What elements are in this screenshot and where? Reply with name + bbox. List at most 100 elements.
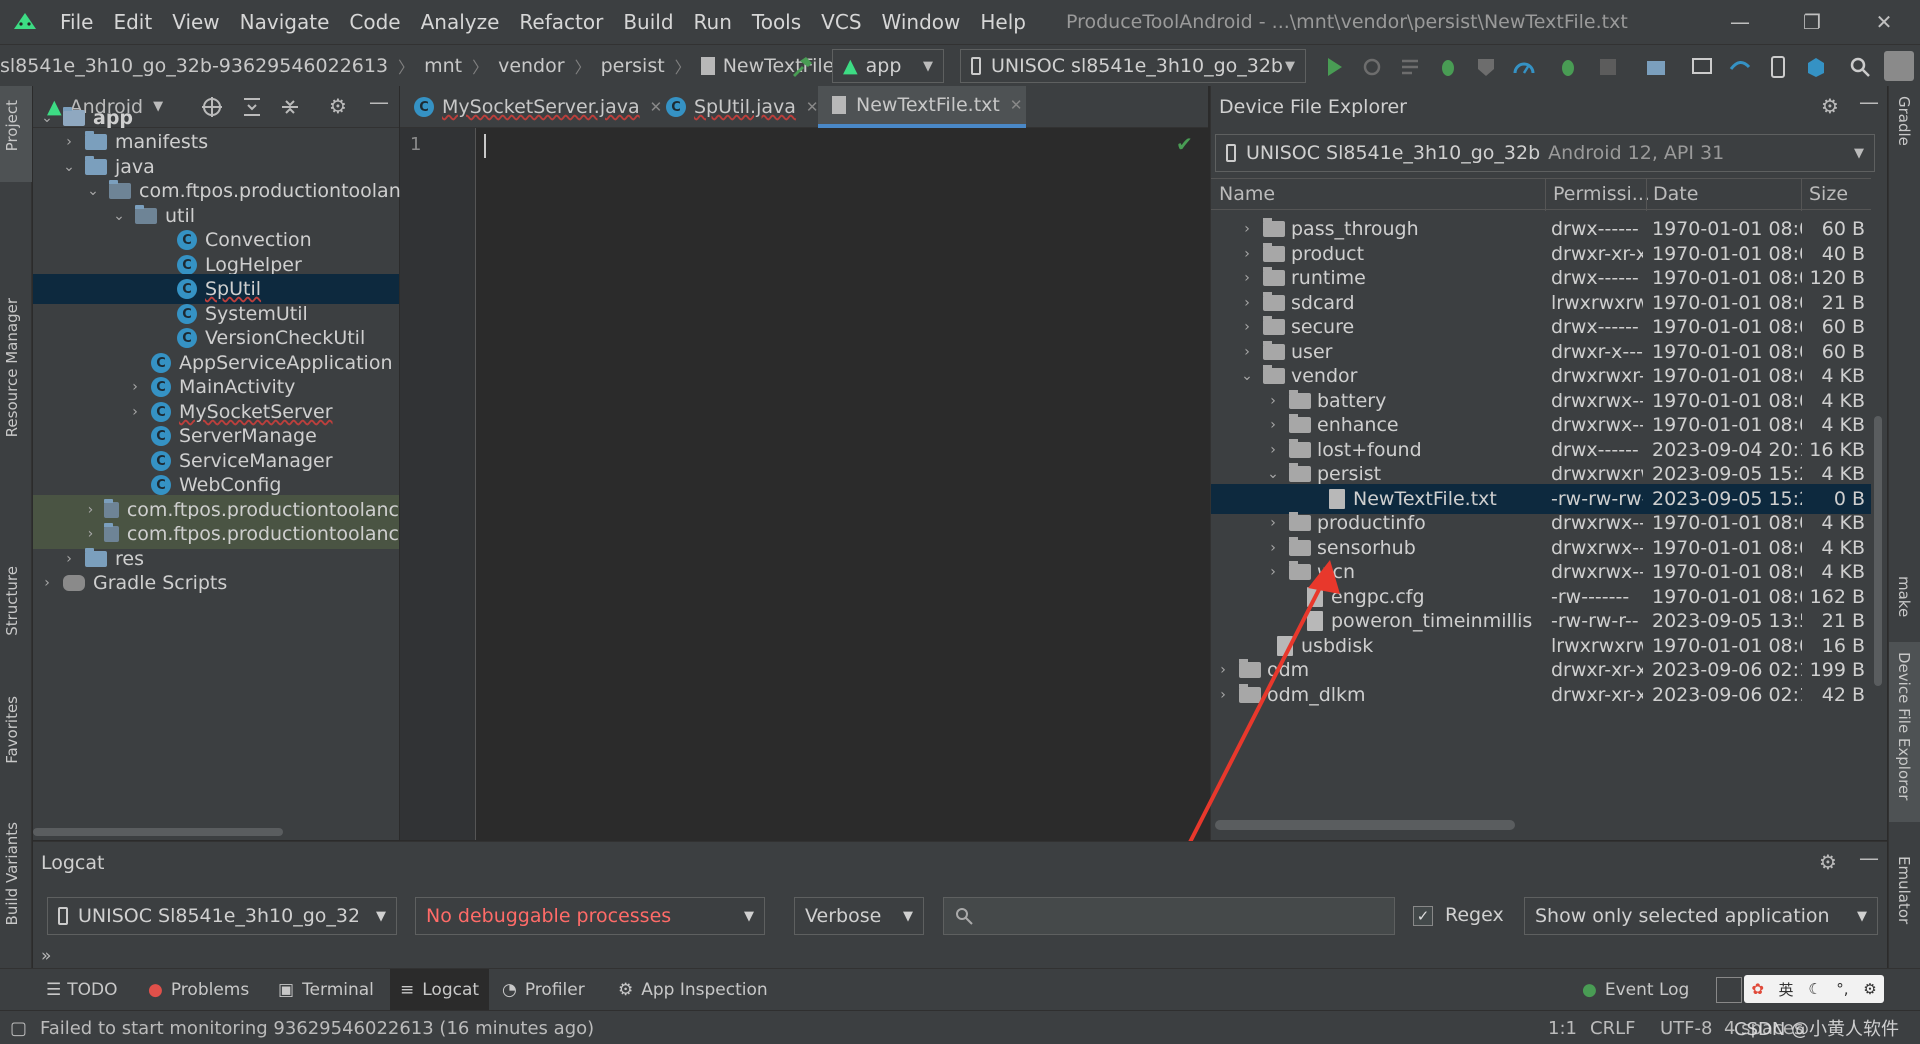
rerun-icon[interactable]: [1360, 55, 1384, 79]
gear-icon[interactable]: ⚙: [1819, 850, 1837, 874]
column-size[interactable]: Size: [1809, 183, 1848, 205]
apply-changes-icon[interactable]: [1398, 55, 1422, 79]
hammer-build-icon[interactable]: [790, 55, 814, 79]
chevron-right-icon[interactable]: ›: [1265, 417, 1281, 433]
expand-all-icon[interactable]: [241, 96, 263, 118]
menu-window[interactable]: Window: [872, 10, 971, 34]
chevron-right-icon[interactable]: ›: [1239, 295, 1255, 311]
logcat-filter-select[interactable]: Show only selected application ▼: [1524, 897, 1878, 935]
vertical-scrollbar[interactable]: [1874, 416, 1882, 686]
tab-todo[interactable]: ☰ TODO: [46, 969, 118, 1011]
chevron-right-icon[interactable]: ›: [1239, 246, 1255, 262]
project-structure-icon[interactable]: [1644, 55, 1668, 79]
minimize-icon[interactable]: —: [1704, 0, 1776, 44]
close-tab-icon[interactable]: ✕: [1010, 96, 1023, 114]
emulator-tool-tab[interactable]: Emulator: [1895, 856, 1913, 924]
chevron-right-icon[interactable]: ›: [1265, 393, 1281, 409]
close-tab-icon[interactable]: ✕: [806, 98, 819, 116]
favorites-tool-tab[interactable]: Favorites: [3, 696, 21, 764]
column-date[interactable]: Date: [1653, 183, 1698, 205]
avd-manager-icon[interactable]: [1690, 55, 1714, 79]
attach-debugger-icon[interactable]: [1556, 55, 1580, 79]
chevron-right-icon[interactable]: ›: [39, 575, 55, 591]
logcat-level-select[interactable]: Verbose ▼: [794, 897, 924, 935]
layout-icon[interactable]: [1716, 977, 1742, 1003]
tab-profiler[interactable]: ◔ Profiler: [502, 969, 585, 1011]
horizontal-scrollbar[interactable]: [33, 828, 283, 836]
status-message[interactable]: Failed to start monitoring 9362954602261…: [40, 1011, 594, 1044]
tab-app-inspection[interactable]: ⚙ App Inspection: [618, 969, 768, 1011]
tab-sputil[interactable]: C SpUtil.java ✕: [666, 86, 818, 128]
chevron-down-icon[interactable]: ⌄: [1239, 368, 1255, 384]
sync-gradle-icon[interactable]: [1728, 55, 1752, 79]
chevron-down-icon[interactable]: ⌄: [111, 208, 127, 224]
caret-position[interactable]: 1:1: [1548, 1011, 1577, 1044]
sdk-manager-icon[interactable]: [1804, 55, 1828, 79]
chevron-right-icon[interactable]: ›: [1239, 319, 1255, 335]
logcat-device-select[interactable]: UNISOC Sl8541e_3h10_go_32b / ▼: [47, 897, 397, 935]
restore-icon[interactable]: ❐: [1776, 0, 1848, 44]
chevron-right-icon[interactable]: ›: [1265, 442, 1281, 458]
tab-event-log[interactable]: ● Event Log: [1582, 969, 1689, 1011]
gear-icon[interactable]: ⚙: [329, 94, 347, 118]
regex-checkbox[interactable]: ✓: [1413, 906, 1433, 926]
run-icon[interactable]: [1322, 55, 1346, 79]
menu-navigate[interactable]: Navigate: [230, 10, 340, 34]
menu-analyze[interactable]: Analyze: [411, 10, 510, 34]
chevron-down-icon[interactable]: ▼: [153, 99, 163, 114]
menu-code[interactable]: Code: [339, 10, 410, 34]
tree-item-gradle-scripts[interactable]: › Gradle Scripts: [39, 568, 227, 598]
breadcrumb-persist[interactable]: persist: [601, 55, 665, 77]
device-select[interactable]: UNISOC sl8541e_3h10_go_32b ▼: [960, 49, 1306, 83]
chevron-right-icon[interactable]: ›: [61, 551, 77, 567]
hide-panel-icon[interactable]: —: [1859, 90, 1879, 114]
menu-help[interactable]: Help: [970, 10, 1036, 34]
menu-edit[interactable]: Edit: [103, 10, 162, 34]
tab-problems[interactable]: ● Problems: [148, 969, 249, 1011]
tab-terminal[interactable]: ▣ Terminal: [278, 969, 374, 1011]
more-icon[interactable]: »: [41, 946, 51, 966]
stop-icon[interactable]: [1596, 55, 1620, 79]
breadcrumb-vendor[interactable]: vendor: [498, 55, 564, 77]
structure-tool-tab[interactable]: Structure: [3, 566, 21, 636]
search-icon[interactable]: [1848, 55, 1872, 79]
close-tab-icon[interactable]: ✕: [650, 98, 663, 116]
menu-run[interactable]: Run: [684, 10, 742, 34]
locate-target-icon[interactable]: [201, 96, 223, 118]
menu-refactor[interactable]: Refactor: [509, 10, 613, 34]
chevron-right-icon[interactable]: ›: [1239, 270, 1255, 286]
build-variants-tool-tab[interactable]: Build Variants: [3, 822, 21, 925]
profile-icon[interactable]: [1512, 55, 1536, 79]
menu-view[interactable]: View: [162, 10, 229, 34]
chevron-right-icon[interactable]: ›: [85, 502, 96, 518]
logcat-process-select[interactable]: No debuggable processes ▼: [415, 897, 765, 935]
tab-newtextfile[interactable]: NewTextFile.txt ✕: [818, 86, 1026, 128]
coverage-icon[interactable]: [1474, 55, 1498, 79]
menu-tools[interactable]: Tools: [742, 10, 811, 34]
hide-panel-icon[interactable]: —: [1859, 846, 1879, 870]
menu-build[interactable]: Build: [613, 10, 683, 34]
make-tool-tab[interactable]: make: [1895, 576, 1913, 617]
chevron-right-icon[interactable]: ›: [85, 526, 96, 542]
menu-vcs[interactable]: VCS: [811, 10, 871, 34]
chevron-down-icon[interactable]: ⌄: [39, 110, 55, 126]
avatar[interactable]: [1884, 51, 1914, 81]
device-file-explorer-tool-tab[interactable]: Device File Explorer: [1895, 652, 1913, 800]
chevron-right-icon[interactable]: ›: [1265, 515, 1281, 531]
column-permissions[interactable]: Permissi...: [1553, 183, 1650, 205]
chevron-down-icon[interactable]: ⌄: [61, 159, 77, 175]
device-manager-icon[interactable]: [1766, 55, 1790, 79]
chevron-right-icon[interactable]: ›: [61, 134, 77, 150]
code-editor[interactable]: 1 ✔: [400, 128, 1208, 840]
chevron-right-icon[interactable]: ›: [1239, 221, 1255, 237]
chevron-down-icon[interactable]: ⌄: [85, 183, 101, 199]
dfe-device-select[interactable]: UNISOC Sl8541e_3h10_go_32b Android 12, A…: [1215, 134, 1875, 172]
collapse-all-icon[interactable]: [279, 96, 301, 118]
gradle-tool-tab[interactable]: Gradle: [1895, 96, 1913, 146]
debug-icon[interactable]: [1436, 55, 1460, 79]
hide-panel-icon[interactable]: —: [369, 90, 389, 114]
close-icon[interactable]: ✕: [1848, 0, 1920, 44]
line-separator[interactable]: CRLF: [1590, 1011, 1635, 1044]
menu-file[interactable]: File: [50, 10, 103, 34]
project-tool-tab[interactable]: Project: [3, 100, 21, 151]
